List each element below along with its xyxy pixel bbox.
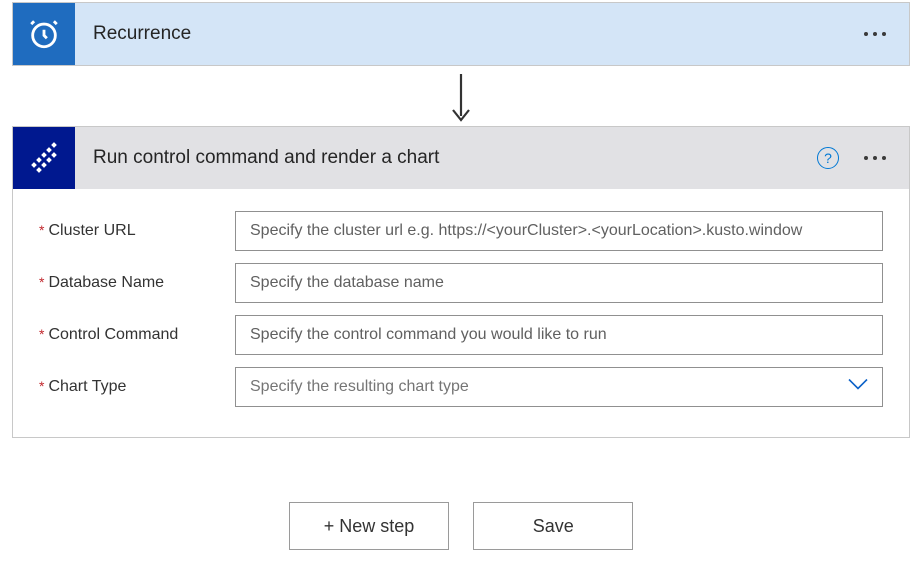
input-control-command[interactable] xyxy=(235,315,883,355)
action-header[interactable]: Run control command and render a chart ? xyxy=(13,127,909,189)
recurrence-title: Recurrence xyxy=(75,23,855,45)
label-text: Chart Type xyxy=(48,378,126,396)
required-icon: * xyxy=(39,274,44,290)
label-text: Cluster URL xyxy=(48,222,135,240)
required-icon: * xyxy=(39,326,44,342)
recurrence-header[interactable]: Recurrence xyxy=(13,3,909,65)
button-row: + New step Save xyxy=(0,502,922,550)
label-text: Database Name xyxy=(48,274,164,292)
required-icon: * xyxy=(39,378,44,394)
arrow-connector xyxy=(0,66,922,126)
help-icon-label: ? xyxy=(824,150,832,166)
label-control-command: * Control Command xyxy=(39,326,235,344)
input-database-name[interactable] xyxy=(235,263,883,303)
new-step-button[interactable]: + New step xyxy=(289,502,450,550)
more-icon[interactable] xyxy=(855,138,895,178)
action-title: Run control command and render a chart xyxy=(75,147,817,169)
save-button[interactable]: Save xyxy=(473,502,633,550)
input-cluster-url[interactable] xyxy=(235,211,883,251)
help-icon[interactable]: ? xyxy=(817,147,839,169)
action-card: Run control command and render a chart ?… xyxy=(12,126,910,438)
field-database-name: * Database Name xyxy=(39,263,883,303)
arrow-down-icon xyxy=(449,72,473,124)
label-cluster-url: * Cluster URL xyxy=(39,222,235,240)
recurrence-card: Recurrence xyxy=(12,2,910,66)
required-icon: * xyxy=(39,222,44,238)
label-chart-type: * Chart Type xyxy=(39,378,235,396)
field-chart-type: * Chart Type xyxy=(39,367,883,407)
form-area: * Cluster URL * Database Name * Control … xyxy=(13,189,909,437)
field-control-command: * Control Command xyxy=(39,315,883,355)
label-database-name: * Database Name xyxy=(39,274,235,292)
field-cluster-url: * Cluster URL xyxy=(39,211,883,251)
label-text: Control Command xyxy=(48,326,178,344)
recurrence-icon xyxy=(13,3,75,65)
select-chart-type[interactable] xyxy=(235,367,883,407)
kusto-icon xyxy=(13,127,75,189)
more-icon[interactable] xyxy=(855,14,895,54)
